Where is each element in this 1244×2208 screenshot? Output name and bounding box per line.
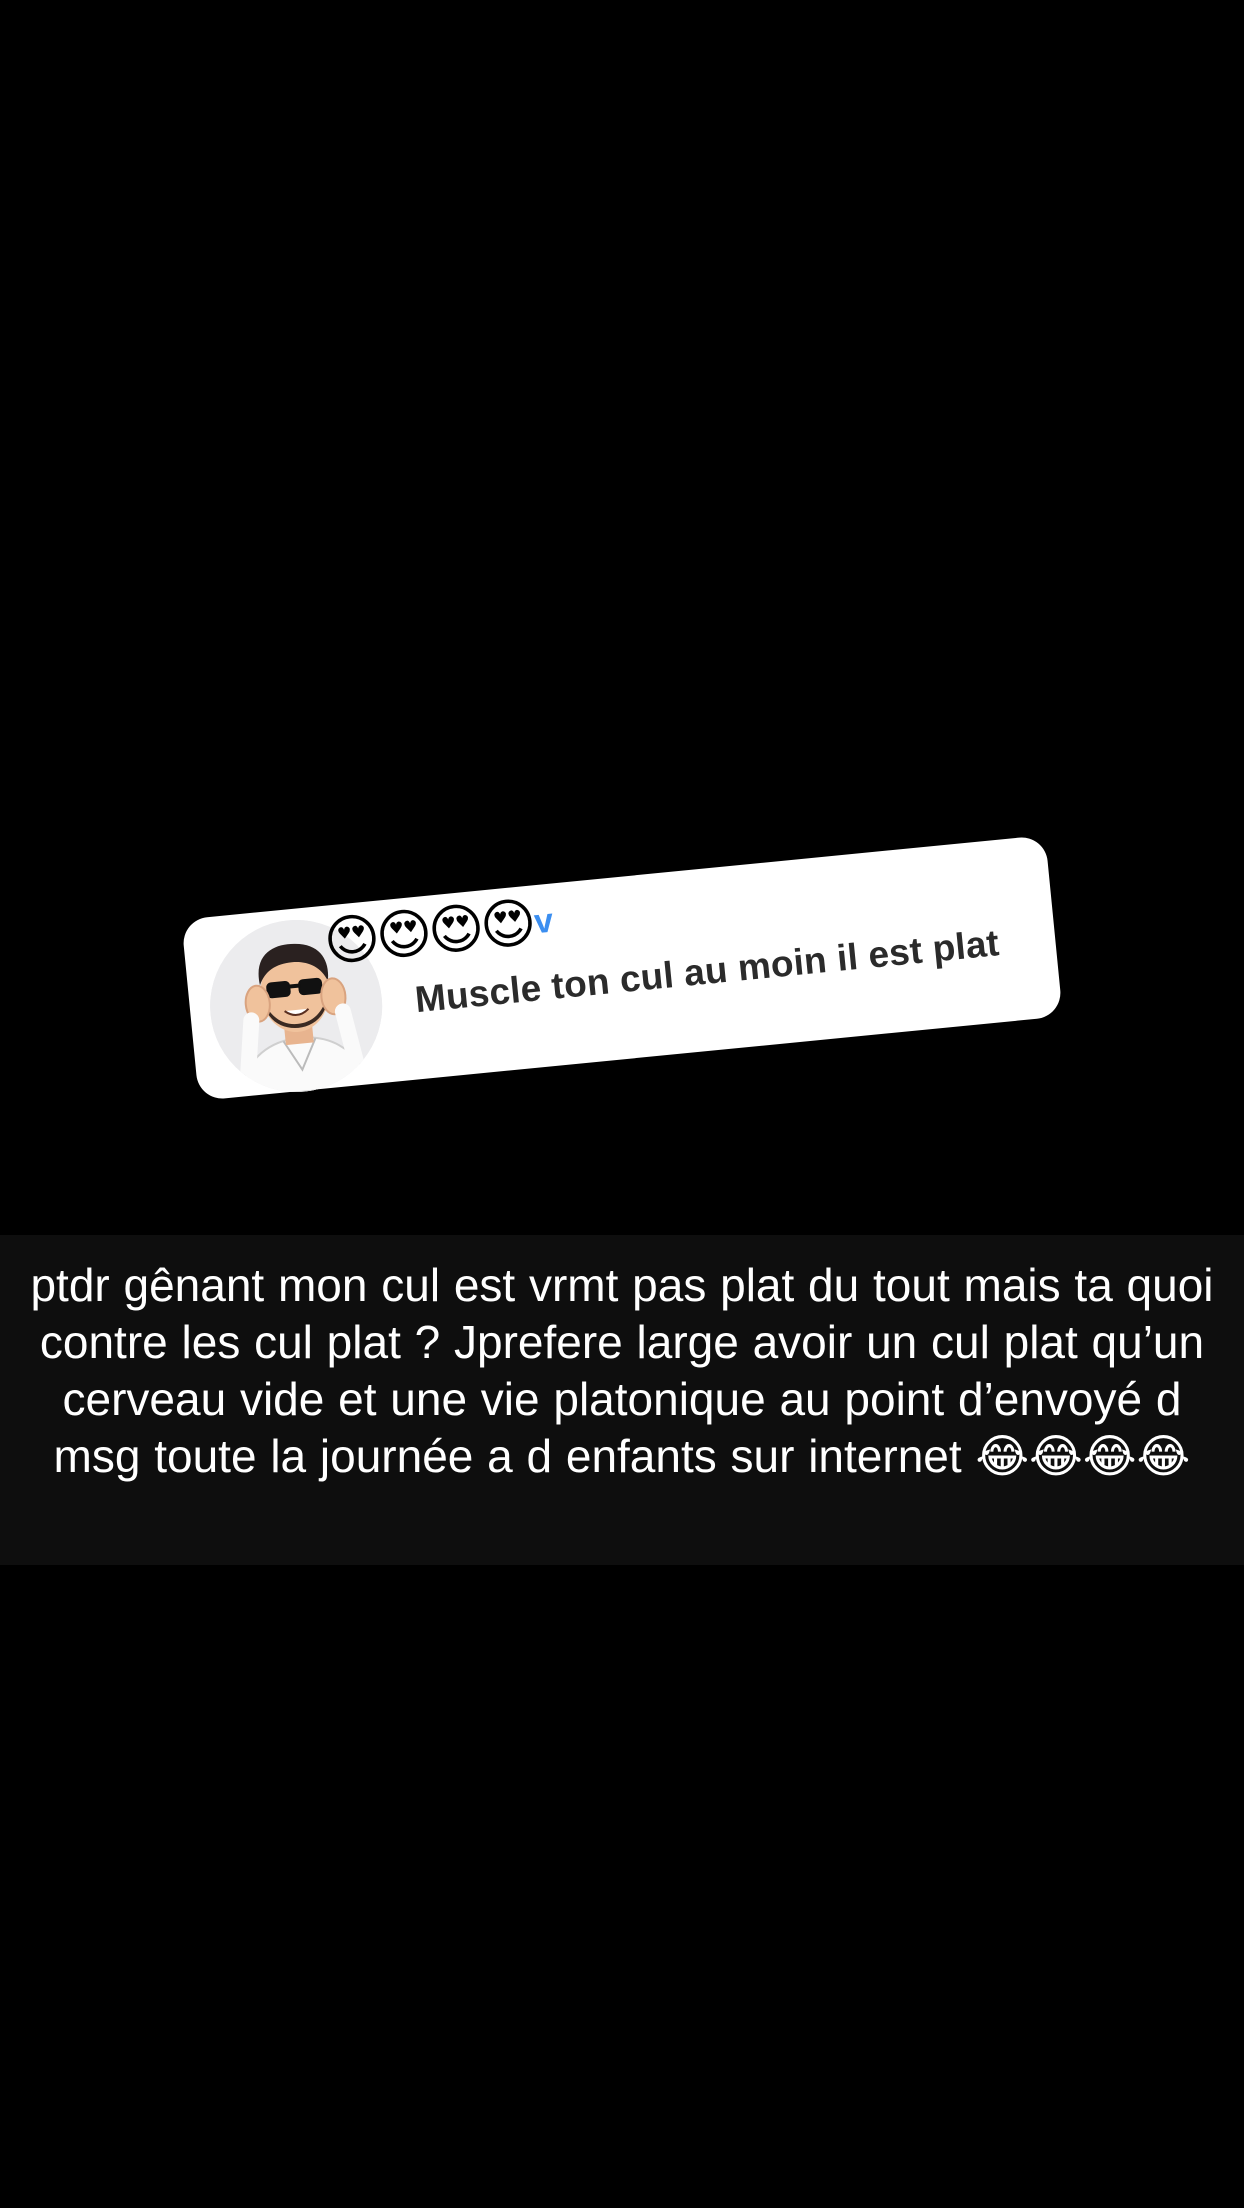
heart-eyes-emoji: 😍	[477, 890, 540, 959]
reply-sticker-card[interactable]: 😍 😍 😍 😍 v Muscle ton cul au moin il est …	[181, 835, 1063, 1101]
username: 😍 😍 😍 😍 v	[321, 888, 556, 976]
caption: ptdr gênant mon cul est vrmt pas plat du…	[30, 1257, 1214, 1485]
tears-of-joy-emoji: 😂😂😂😂	[975, 1429, 1191, 1483]
username-suffix: v	[532, 901, 555, 941]
